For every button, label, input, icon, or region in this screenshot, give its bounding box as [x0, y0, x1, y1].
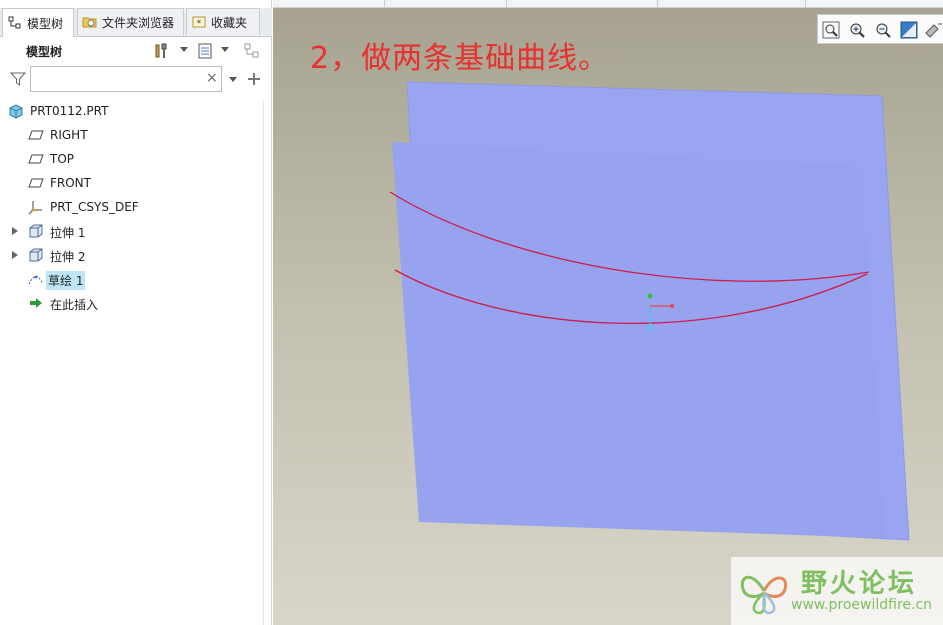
tree-filter-icon[interactable]: [243, 42, 261, 60]
tab-folder-browser[interactable]: 文件夹浏览器: [77, 8, 184, 35]
model-geometry[interactable]: [273, 0, 943, 625]
extrude-icon: [29, 248, 43, 262]
top-toolbar-strip: [273, 0, 943, 8]
csys-axis-y-tip: [648, 326, 652, 330]
tree-item-right[interactable]: RIGHT: [0, 124, 270, 146]
show-list-icon[interactable]: [196, 42, 214, 60]
search-dropdown-icon[interactable]: [229, 77, 237, 82]
extrude-surface-front[interactable]: [392, 142, 885, 538]
forum-watermark: 野火论坛 www.proewildfire.cn: [731, 557, 943, 625]
tree-item-extrude-2[interactable]: 拉伸 2: [0, 244, 270, 266]
tools-dropdown-icon[interactable]: [180, 47, 188, 52]
expand-icon[interactable]: [12, 227, 18, 235]
tree-title: 模型树: [26, 45, 63, 59]
zoom-out-icon[interactable]: [874, 21, 892, 39]
tree-item-csys[interactable]: PRT_CSYS_DEF: [0, 196, 270, 218]
part-icon: [9, 104, 23, 119]
tree-item-label: FRONT: [50, 176, 91, 190]
tree-item-extrude-1[interactable]: 拉伸 1: [0, 220, 270, 242]
watermark-url: www.proewildfire.cn: [791, 597, 933, 613]
tree-item-part[interactable]: PRT0112.PRT: [0, 100, 270, 122]
tab-label: 文件夹浏览器: [102, 15, 175, 30]
extrude-icon: [29, 224, 43, 238]
more-icon[interactable]: [924, 21, 942, 39]
datum-plane-icon: [28, 154, 44, 164]
separator: [805, 0, 806, 7]
view-toolbar: [817, 14, 943, 44]
butterfly-logo-icon: [740, 575, 788, 615]
insert-here-icon: [30, 298, 42, 308]
datum-plane-icon: [28, 178, 44, 188]
tree-item-sketch-1[interactable]: 草绘 1: [0, 268, 270, 290]
tree-item-top[interactable]: TOP: [0, 148, 270, 170]
tree-item-label: 拉伸 1: [50, 226, 86, 240]
watermark-name: 野火论坛: [801, 569, 918, 599]
tree-item-label: RIGHT: [50, 128, 88, 142]
annotation-text: 2，做两条基础曲线。: [310, 41, 610, 76]
panel-tabs: 模型树 文件夹浏览器 * 收藏夹: [0, 8, 272, 37]
model-tree-icon: [8, 16, 21, 29]
tree-item-front[interactable]: FRONT: [0, 172, 270, 194]
tree-item-label: PRT_CSYS_DEF: [50, 200, 139, 214]
favorites-icon: *: [192, 16, 206, 29]
tree-item-insert-here[interactable]: 在此插入: [0, 292, 270, 314]
zoom-fit-icon[interactable]: [822, 21, 840, 39]
tab-label: 模型树: [27, 16, 64, 31]
separator: [384, 0, 385, 7]
model-tree-panel: 模型树 文件夹浏览器 * 收藏夹 模型树 × PRT0112.PRT RIGHT…: [0, 0, 272, 625]
add-icon[interactable]: [247, 72, 261, 86]
tree-item-label: TOP: [50, 152, 75, 166]
csys-icon: [28, 201, 42, 215]
graphics-viewport[interactable]: [273, 0, 943, 625]
tree-item-label: 在此插入: [50, 298, 99, 312]
csys-axis-x-tip: [670, 304, 674, 308]
tree-item-label: 拉伸 2: [50, 250, 86, 264]
tree-item-label: PRT0112.PRT: [30, 104, 109, 118]
filter-icon[interactable]: [10, 71, 26, 87]
zoom-in-icon[interactable]: [848, 21, 866, 39]
tools-icon[interactable]: [153, 42, 171, 60]
sketch-icon: [28, 275, 44, 285]
csys-axis-z: [647, 293, 653, 299]
search-row: ×: [0, 66, 272, 94]
tree-toolbar: 模型树: [0, 38, 272, 66]
svg-text:*: *: [197, 19, 202, 29]
tab-model-tree[interactable]: 模型树: [2, 8, 74, 37]
separator: [657, 0, 658, 7]
show-dropdown-icon[interactable]: [221, 47, 229, 52]
tab-label: 收藏夹: [211, 15, 248, 30]
tab-favorites[interactable]: * 收藏夹: [186, 8, 260, 35]
repaint-icon[interactable]: [900, 21, 918, 39]
search-input[interactable]: [30, 66, 222, 92]
folder-browser-icon: [82, 17, 97, 28]
expand-icon[interactable]: [12, 251, 18, 259]
tree-item-label: 草绘 1: [46, 271, 86, 290]
datum-plane-icon: [28, 130, 44, 140]
separator: [506, 0, 507, 7]
clear-icon[interactable]: ×: [206, 70, 218, 86]
